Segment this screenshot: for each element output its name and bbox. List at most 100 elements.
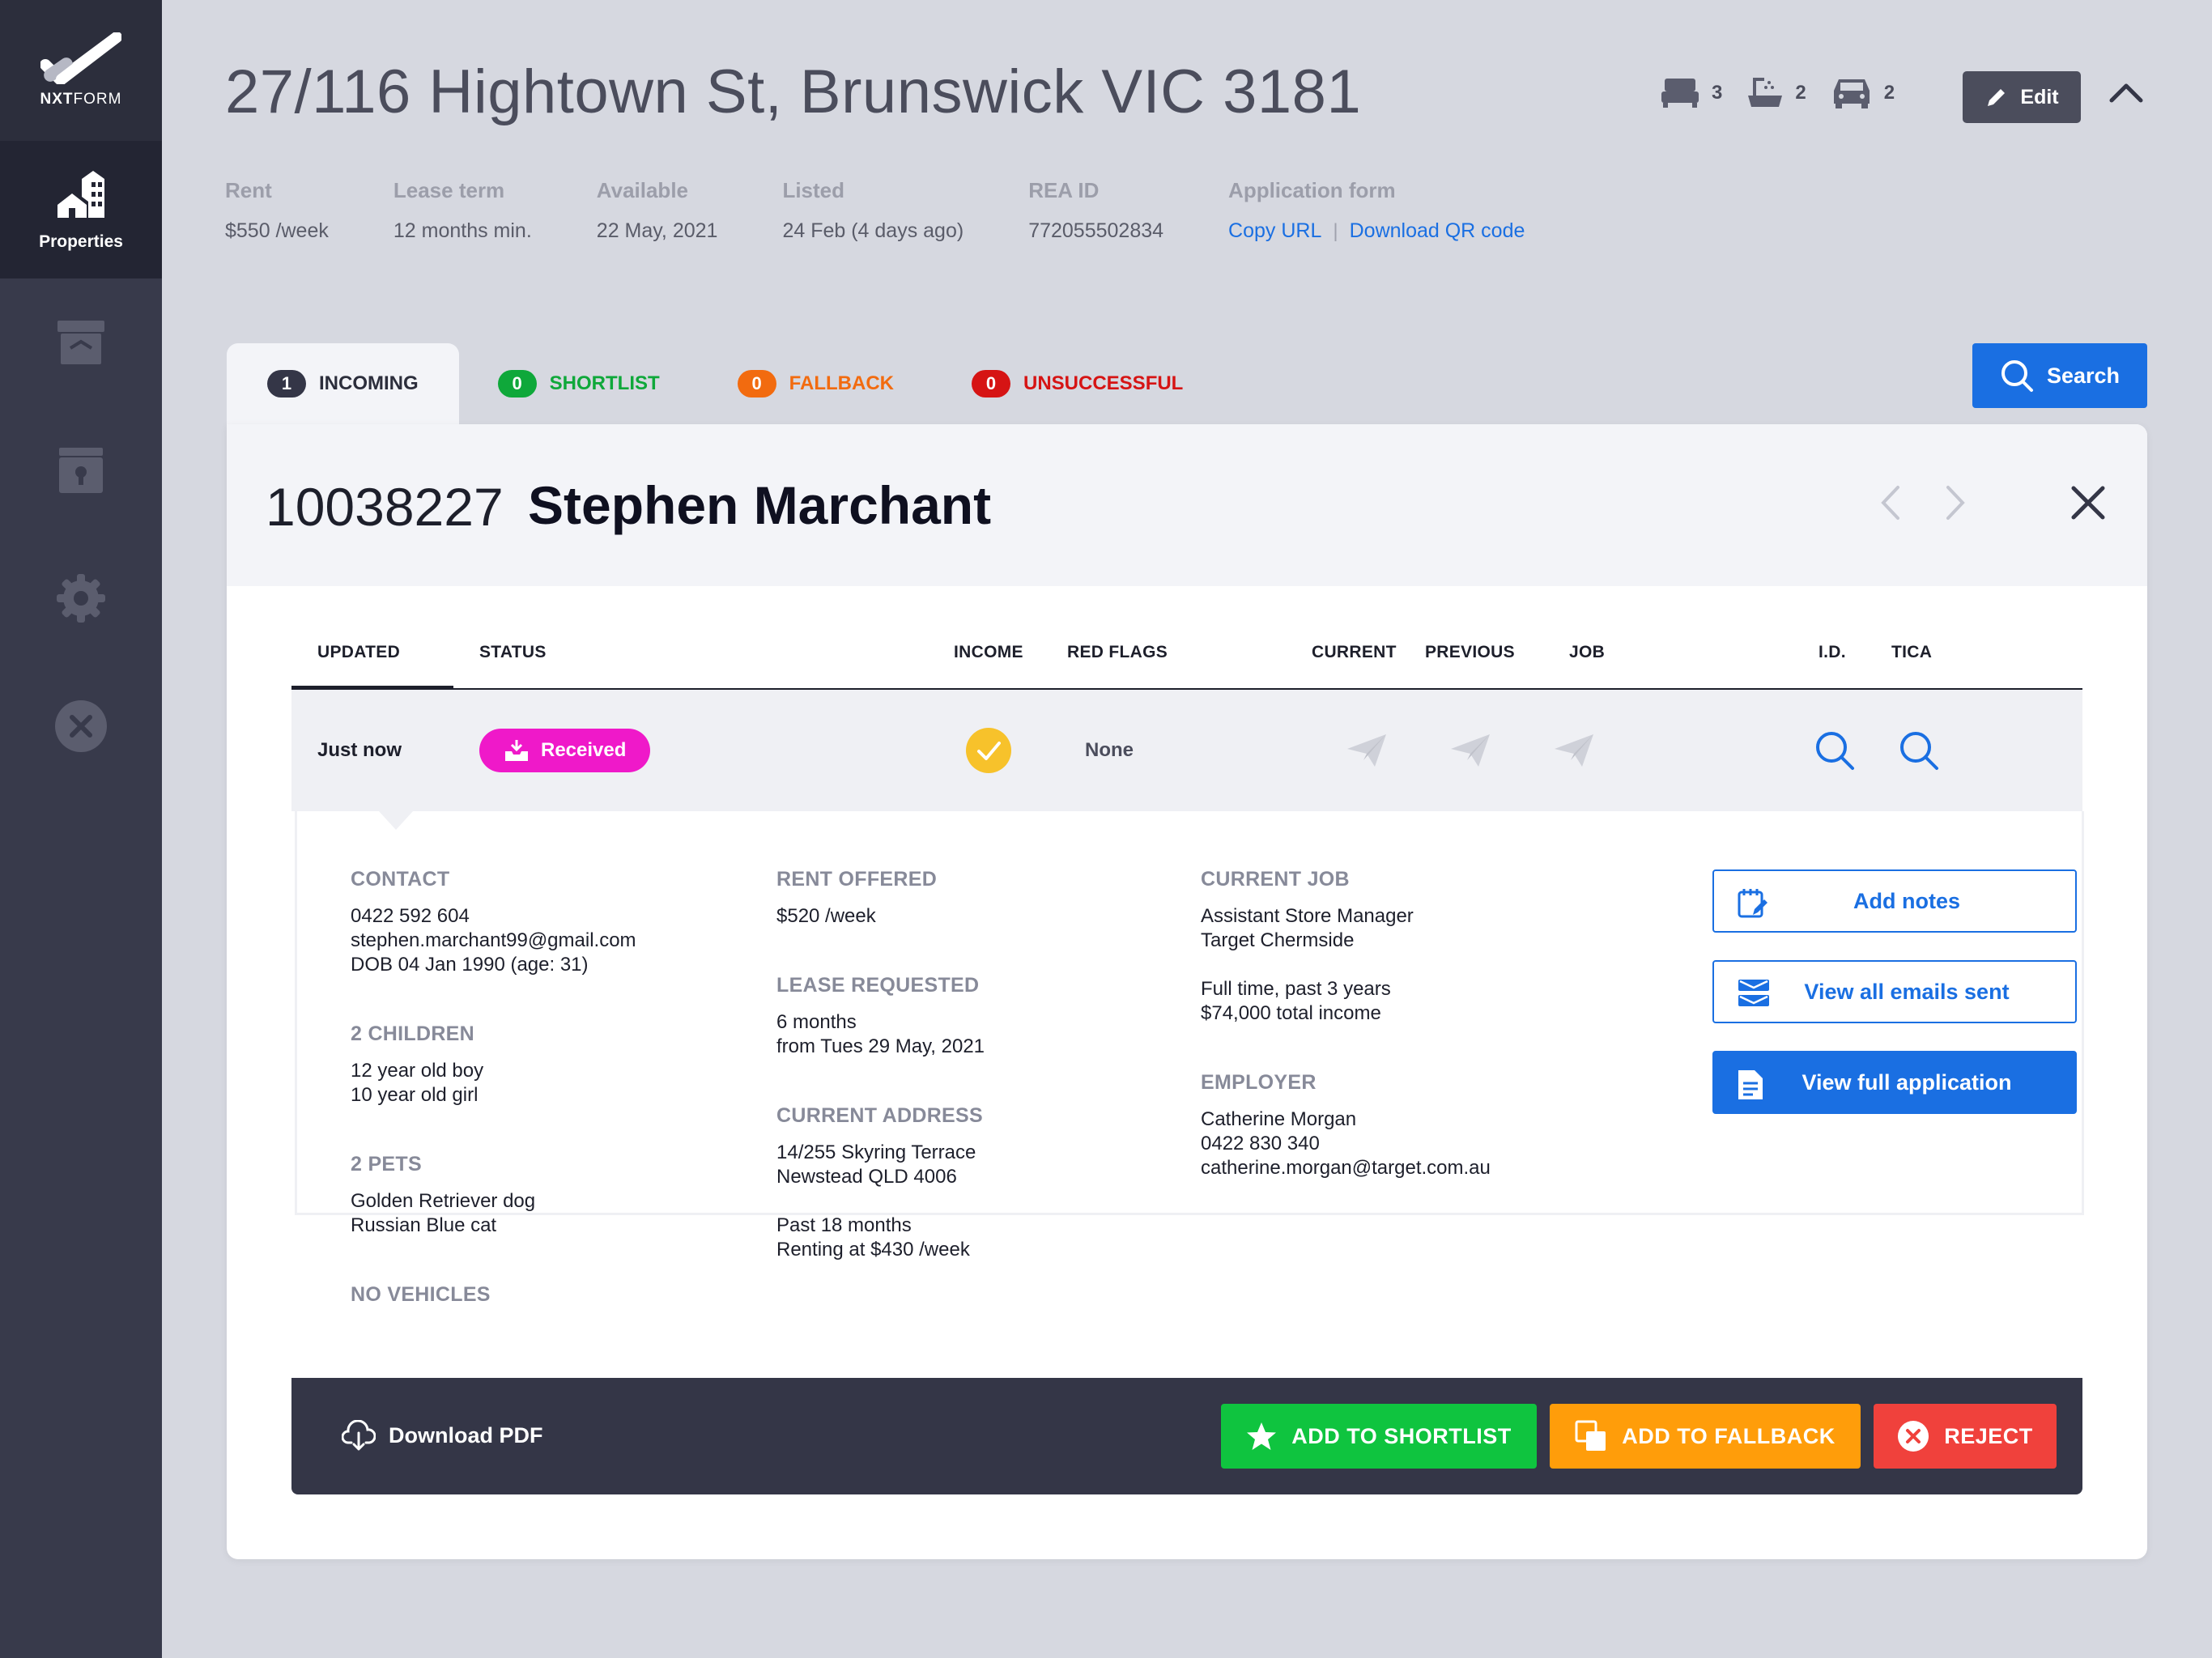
row-red-flags: None	[1085, 739, 1134, 761]
applicant-pager	[1878, 483, 1967, 523]
status-badge: Received	[479, 729, 651, 772]
document-icon	[1738, 1070, 1763, 1099]
close-icon	[2071, 486, 2105, 520]
row-updated: Just now	[317, 739, 402, 761]
collapse-toggle[interactable]	[2108, 81, 2144, 108]
send-icon	[1347, 734, 1386, 767]
details-col-rental: RENT OFFERED $520 /week LEASE REQUESTED …	[776, 868, 985, 1261]
tab-label: UNSUCCESSFUL	[1023, 372, 1184, 394]
reject-button[interactable]: REJECT	[1874, 1404, 2057, 1469]
applicant-table-header: UPDATED STATUS INCOME RED FLAGS CURRENT …	[291, 643, 2082, 691]
view-emails-button[interactable]: View all emails sent	[1712, 960, 2077, 1023]
tab-count: 0	[972, 370, 1010, 397]
tab-label: SHORTLIST	[549, 372, 660, 394]
details-col-personal: CONTACT 0422 592 604 stephen.marchant99@…	[351, 868, 636, 1306]
action-bar: Download PDF ADD TO SHORTLIST ADD TO FAL…	[291, 1378, 2082, 1494]
tab-label: INCOMING	[319, 372, 419, 394]
row-previous[interactable]	[1449, 690, 1491, 811]
applicant-header: 10038227 Stephen Marchant	[227, 424, 2147, 586]
send-icon	[1451, 734, 1490, 767]
col-previous[interactable]: PREVIOUS	[1425, 643, 1515, 662]
download-qr-link[interactable]: Download QR code	[1350, 219, 1525, 242]
search-button[interactable]: Search	[1972, 343, 2147, 408]
col-red-flags[interactable]: RED FLAGS	[1067, 643, 1168, 662]
sidebar-item-logout[interactable]	[0, 662, 162, 790]
tab-incoming[interactable]: 1 INCOMING	[227, 343, 459, 424]
col-status[interactable]: STATUS	[479, 643, 547, 662]
lockbox-icon	[59, 448, 103, 493]
sidebar-item-properties[interactable]: Properties	[0, 141, 162, 278]
download-pdf-button[interactable]: Download PDF	[342, 1420, 543, 1451]
col-income[interactable]: INCOME	[954, 643, 1023, 662]
col-job[interactable]: JOB	[1569, 643, 1605, 662]
bed-icon	[1661, 79, 1699, 108]
close-button[interactable]	[2069, 484, 2107, 525]
sidebar-item-settings[interactable]	[0, 534, 162, 662]
bathrooms: 2	[1746, 74, 1806, 112]
sidebar-item-archive[interactable]	[0, 278, 162, 406]
bedrooms-count: 3	[1712, 82, 1723, 104]
chevron-right-icon[interactable]	[1943, 483, 1967, 523]
gear-icon	[57, 574, 105, 623]
row-job[interactable]	[1553, 690, 1595, 811]
detail-caret	[378, 810, 414, 830]
meta-listed: Listed 24 Feb (4 days ago)	[782, 178, 964, 242]
search-icon	[2001, 360, 2033, 392]
edit-button[interactable]: Edit	[1963, 71, 2081, 123]
close-circle-icon	[55, 700, 107, 752]
col-current[interactable]: CURRENT	[1312, 643, 1397, 662]
applicant-card: 10038227 Stephen Marchant UPDATED STATUS…	[227, 424, 2147, 1559]
tab-unsuccessful[interactable]: 0 UNSUCCESSFUL	[933, 343, 1222, 424]
emails-icon	[1738, 980, 1769, 1006]
close-circle-icon	[1898, 1421, 1929, 1452]
buildings-icon	[57, 171, 104, 218]
col-tica[interactable]: TICA	[1891, 643, 1932, 662]
copy-icon	[1575, 1420, 1606, 1451]
archive-icon	[57, 321, 104, 364]
copy-url-link[interactable]: Copy URL	[1228, 219, 1321, 242]
row-tica[interactable]	[1898, 690, 1940, 811]
property-address: 27/116 Hightown St, Brunswick VIC 3181	[225, 57, 1362, 126]
col-id[interactable]: I.D.	[1819, 643, 1846, 662]
meta-rent: Rent $550 /week	[225, 178, 329, 242]
cloud-download-icon	[342, 1420, 376, 1451]
logo[interactable]: NXTFORM	[0, 0, 162, 141]
notepad-pencil-icon	[1738, 889, 1767, 918]
applicant-id: 10038227	[266, 477, 504, 537]
row-status: Received	[479, 690, 651, 811]
sidebar-item-lockbox[interactable]	[0, 406, 162, 534]
contact-email: stephen.marchant99@gmail.com	[351, 929, 636, 951]
property-meta: Rent $550 /week Lease term 12 months min…	[225, 178, 1589, 243]
meta-application-form: Application form Copy URL | Download QR co…	[1228, 178, 1525, 242]
row-id[interactable]	[1814, 690, 1856, 811]
meta-available: Available 22 May, 2021	[596, 178, 718, 242]
search-icon	[1900, 732, 1938, 770]
bathrooms-count: 2	[1795, 82, 1806, 104]
contact-dob: DOB 04 Jan 1990 (age: 31)	[351, 954, 589, 976]
sidebar: NXTFORM Properties	[0, 0, 162, 1658]
chevron-left-icon[interactable]	[1878, 483, 1903, 523]
logo-check-icon	[40, 32, 121, 84]
table-row[interactable]: Just now Received None	[291, 690, 2082, 811]
sidebar-item-label: Properties	[39, 232, 123, 251]
search-icon	[1816, 732, 1854, 770]
row-current[interactable]	[1346, 690, 1388, 811]
tab-label: FALLBACK	[789, 372, 894, 394]
contact-phone: 0422 592 604	[351, 905, 470, 927]
tab-shortlist[interactable]: 0 SHORTLIST	[459, 343, 699, 424]
car-icon	[1833, 79, 1870, 108]
add-notes-button[interactable]: Add notes	[1712, 869, 2077, 933]
meta-rea-id: REA ID 772055502834	[1028, 178, 1164, 242]
tab-count: 0	[737, 370, 776, 397]
tab-count: 0	[497, 370, 537, 397]
property-features: 3 2 2	[1660, 74, 1895, 112]
details-col-employment: CURRENT JOB Assistant Store Manager Targ…	[1201, 868, 1491, 1179]
meta-lease-term: Lease term 12 months min.	[393, 178, 532, 242]
col-updated[interactable]: UPDATED	[317, 643, 400, 662]
add-to-fallback-button[interactable]: ADD TO FALLBACK	[1550, 1404, 1861, 1469]
view-full-application-button[interactable]: View full application	[1712, 1051, 2077, 1114]
add-to-shortlist-button[interactable]: ADD TO SHORTLIST	[1221, 1404, 1537, 1469]
send-icon	[1555, 734, 1593, 767]
tab-fallback[interactable]: 0 FALLBACK	[699, 343, 933, 424]
bath-icon	[1748, 78, 1783, 107]
